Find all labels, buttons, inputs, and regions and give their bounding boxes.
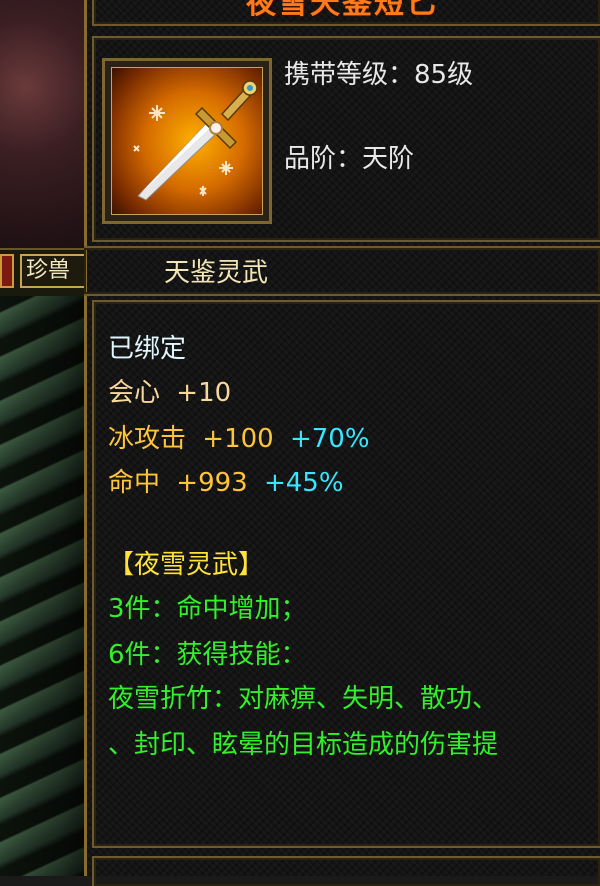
set-effect-line: 6件：获得技能： bbox=[108, 640, 307, 670]
scene-shade bbox=[0, 296, 84, 876]
scene-tab-red[interactable] bbox=[0, 254, 14, 288]
attribute-value: +100 bbox=[202, 424, 274, 454]
set-effect-line: 3件：命中增加； bbox=[108, 594, 307, 624]
set-effect-line: 、封印、眩晕的目标造成的伤害提 bbox=[108, 730, 499, 760]
item-grade: 品阶：天阶 bbox=[284, 144, 415, 174]
item-icon-slot bbox=[102, 58, 272, 224]
attribute-row: 会心 +10 bbox=[108, 378, 231, 408]
attribute-name: 冰攻击 bbox=[108, 424, 187, 454]
attribute-row: 命中 +993 +45% bbox=[108, 468, 344, 498]
attribute-value: +993 bbox=[176, 468, 248, 498]
dagger-icon bbox=[111, 67, 263, 215]
attribute-bonus: +45% bbox=[263, 468, 344, 498]
set-effect-line: 夜雪折竹：对麻痹、失明、散功、 bbox=[108, 684, 499, 714]
attribute-row: 冰攻击 +100 +70% bbox=[108, 424, 370, 454]
item-name: 夜雪天鉴短匕 bbox=[246, 0, 438, 21]
item-category: 天鉴灵武 bbox=[164, 258, 269, 288]
carry-level: 携带等级：85级 bbox=[284, 60, 474, 90]
scene-background-top bbox=[0, 0, 84, 248]
bottom-frame bbox=[92, 856, 600, 886]
bound-status: 已绑定 bbox=[108, 334, 187, 364]
set-title: 【夜雪灵武】 bbox=[108, 550, 265, 580]
scene-tab-pet[interactable]: 珍兽 bbox=[20, 254, 90, 288]
category-frame bbox=[84, 246, 600, 296]
attribute-value: +10 bbox=[176, 378, 232, 408]
attribute-name: 命中 bbox=[108, 468, 161, 498]
attribute-name: 会心 bbox=[108, 378, 161, 408]
attribute-bonus: +70% bbox=[289, 424, 370, 454]
